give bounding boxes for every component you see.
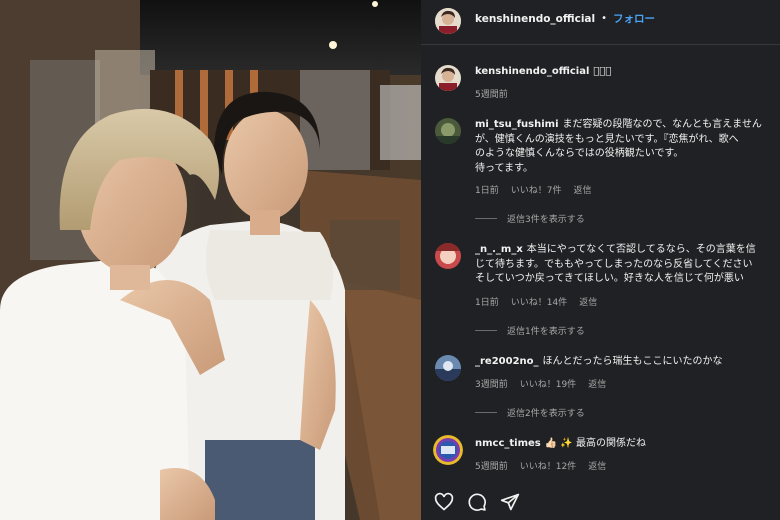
avatar-image [435,118,461,144]
comment-time: 3週間前 [475,380,508,390]
comment-text: 待ってます。 [475,162,533,174]
comment-meta: 1日前 いいね！7件 返信 [475,183,591,196]
view-replies-button[interactable]: 返信3件を表示する [475,212,585,225]
comment-username[interactable]: _n_._m_x [475,244,523,255]
reply-button[interactable]: 返信 [579,295,597,308]
comment-text: そしていつか戻ってきてほしい。好きな人を信じて何が悪い [475,273,744,284]
post-username[interactable]: kenshinendo_official [475,13,595,25]
avatar[interactable] [435,118,461,144]
photo-illustration [0,0,421,520]
avatar-image [435,8,461,34]
avatar[interactable] [433,435,463,465]
avatar-image [435,65,461,91]
separator-dot: • [601,13,608,24]
avatar-image [435,243,461,269]
comment-username[interactable]: nmcc_times [475,438,541,449]
post-photo[interactable] [0,0,421,520]
post-header: kenshinendo_official • フォロー [421,0,780,44]
comment-text: 👍🏻 ✨ 最高の関係だね [544,438,647,449]
comment-text: が、健慎くんの演技をもっと見たいです。『恋焦がれ、歌へ [475,133,739,145]
comment-meta: 5週間前 いいね！12件 返信 [475,459,606,472]
replies-line [475,330,497,331]
share-icon[interactable] [500,492,520,512]
avatar-image [435,355,461,381]
likes-count[interactable]: いいね！14件 [511,295,567,308]
likes-count[interactable]: いいね！12件 [520,459,576,472]
caption: kenshinendo_official 􀀀􀀀􀀀 [475,65,777,80]
comment-text: ほんとだったら瑞生もここにいたのかな [542,356,723,367]
comment: nmcc_times 👍🏻 ✨ 最高の関係だね [475,437,777,452]
follow-button[interactable]: フォロー [613,11,655,26]
comment-text: まだ容疑の段階なので、なんとも言えません [562,119,762,130]
comment: _re2002no_ ほんとだったら瑞生もここにいたのかな [475,355,777,370]
comment-time: 1日前 [475,298,499,308]
caption-time: 5週間前 [475,90,508,100]
comment-username[interactable]: _re2002no_ [475,356,539,367]
caption-text: 􀀀􀀀􀀀 [593,66,612,77]
comment-text: じて待ちます。でももやってしまったのなら反省してください [475,258,753,270]
replies-line [475,218,497,219]
comment: _n_._m_x 本当にやってなくて否認してるなら、その言葉を信 じて待ちます。で… [475,243,777,287]
comment-time: 5週間前 [475,462,508,472]
view-replies-button[interactable]: 返信1件を表示する [475,324,585,337]
view-replies-label: 返信2件を表示する [507,409,585,419]
comment-time: 1日前 [475,186,499,196]
replies-line [475,412,497,413]
comment-panel: kenshinendo_official • フォロー kenshinendo_… [421,0,780,520]
avatar[interactable] [435,243,461,269]
caption-username[interactable]: kenshinendo_official [475,66,589,77]
reply-button[interactable]: 返信 [588,377,606,390]
avatar[interactable] [435,355,461,381]
view-replies-label: 返信3件を表示する [507,215,585,225]
view-replies-label: 返信1件を表示する [507,327,585,337]
avatar[interactable] [435,8,461,34]
comment-meta: 3週間前 いいね！19件 返信 [475,377,606,390]
comment-meta: 1日前 いいね！14件 返信 [475,295,597,308]
reply-button[interactable]: 返信 [588,459,606,472]
likes-count[interactable]: いいね！19件 [520,377,576,390]
comment-text: のような健慎くんならではの役柄観たいです。 [475,148,684,159]
avatar[interactable] [435,65,461,91]
heart-icon[interactable] [434,492,454,512]
header-divider [421,44,780,45]
comment-username[interactable]: mi_tsu_fushimi [475,119,559,130]
reply-button[interactable]: 返信 [573,183,591,196]
likes-count[interactable]: いいね！7件 [511,183,562,196]
caption-meta: 5週間前 [475,87,508,100]
comment-text: 本当にやってなくて否認してるなら、その言葉を信 [526,244,756,255]
view-replies-button[interactable]: 返信2件を表示する [475,406,585,419]
avatar-image [433,435,463,465]
comment: mi_tsu_fushimi まだ容疑の段階なので、なんとも言えません が、健慎く… [475,118,777,176]
comment-icon[interactable] [467,492,487,512]
